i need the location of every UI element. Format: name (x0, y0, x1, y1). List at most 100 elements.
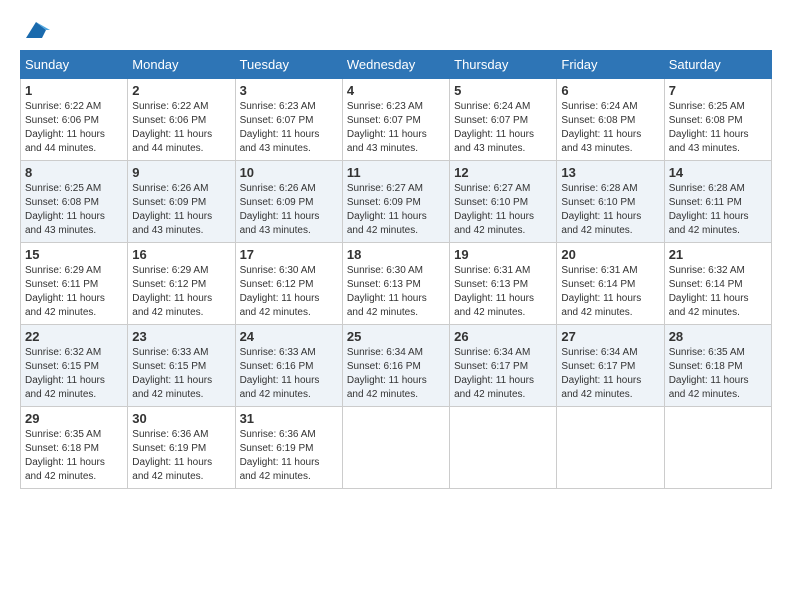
calendar-day-cell: 7 Sunrise: 6:25 AM Sunset: 6:08 PM Dayli… (664, 79, 771, 161)
calendar-day-cell (450, 407, 557, 489)
calendar-day-cell: 13 Sunrise: 6:28 AM Sunset: 6:10 PM Dayl… (557, 161, 664, 243)
day-info: Sunrise: 6:34 AM Sunset: 6:17 PM Dayligh… (454, 346, 552, 402)
day-info: Sunrise: 6:29 AM Sunset: 6:11 PM Dayligh… (25, 264, 123, 320)
day-info: Sunrise: 6:24 AM Sunset: 6:08 PM Dayligh… (561, 100, 659, 156)
day-number: 31 (240, 411, 338, 426)
day-number: 1 (25, 83, 123, 98)
calendar-day-cell: 11 Sunrise: 6:27 AM Sunset: 6:09 PM Dayl… (342, 161, 449, 243)
calendar-day-cell: 14 Sunrise: 6:28 AM Sunset: 6:11 PM Dayl… (664, 161, 771, 243)
calendar-day-cell: 31 Sunrise: 6:36 AM Sunset: 6:19 PM Dayl… (235, 407, 342, 489)
day-number: 21 (669, 247, 767, 262)
day-info: Sunrise: 6:24 AM Sunset: 6:07 PM Dayligh… (454, 100, 552, 156)
day-info: Sunrise: 6:25 AM Sunset: 6:08 PM Dayligh… (669, 100, 767, 156)
calendar-day-cell: 4 Sunrise: 6:23 AM Sunset: 6:07 PM Dayli… (342, 79, 449, 161)
day-info: Sunrise: 6:36 AM Sunset: 6:19 PM Dayligh… (132, 428, 230, 484)
calendar-day-cell: 9 Sunrise: 6:26 AM Sunset: 6:09 PM Dayli… (128, 161, 235, 243)
day-info: Sunrise: 6:23 AM Sunset: 6:07 PM Dayligh… (347, 100, 445, 156)
calendar-day-cell: 2 Sunrise: 6:22 AM Sunset: 6:06 PM Dayli… (128, 79, 235, 161)
day-info: Sunrise: 6:33 AM Sunset: 6:15 PM Dayligh… (132, 346, 230, 402)
day-info: Sunrise: 6:30 AM Sunset: 6:12 PM Dayligh… (240, 264, 338, 320)
day-number: 15 (25, 247, 123, 262)
calendar-week-row: 8 Sunrise: 6:25 AM Sunset: 6:08 PM Dayli… (21, 161, 772, 243)
calendar-day-cell: 17 Sunrise: 6:30 AM Sunset: 6:12 PM Dayl… (235, 243, 342, 325)
day-info: Sunrise: 6:31 AM Sunset: 6:14 PM Dayligh… (561, 264, 659, 320)
day-number: 5 (454, 83, 552, 98)
calendar-table: SundayMondayTuesdayWednesdayThursdayFrid… (20, 50, 772, 489)
day-number: 9 (132, 165, 230, 180)
day-number: 26 (454, 329, 552, 344)
day-number: 10 (240, 165, 338, 180)
calendar-day-cell: 26 Sunrise: 6:34 AM Sunset: 6:17 PM Dayl… (450, 325, 557, 407)
day-number: 24 (240, 329, 338, 344)
day-number: 6 (561, 83, 659, 98)
day-number: 25 (347, 329, 445, 344)
calendar-week-row: 1 Sunrise: 6:22 AM Sunset: 6:06 PM Dayli… (21, 79, 772, 161)
day-of-week-header: Sunday (21, 51, 128, 79)
day-info: Sunrise: 6:27 AM Sunset: 6:09 PM Dayligh… (347, 182, 445, 238)
day-info: Sunrise: 6:34 AM Sunset: 6:17 PM Dayligh… (561, 346, 659, 402)
day-of-week-header: Monday (128, 51, 235, 79)
calendar-day-cell: 15 Sunrise: 6:29 AM Sunset: 6:11 PM Dayl… (21, 243, 128, 325)
day-number: 8 (25, 165, 123, 180)
calendar-day-cell: 23 Sunrise: 6:33 AM Sunset: 6:15 PM Dayl… (128, 325, 235, 407)
calendar-day-cell: 18 Sunrise: 6:30 AM Sunset: 6:13 PM Dayl… (342, 243, 449, 325)
calendar-day-cell: 20 Sunrise: 6:31 AM Sunset: 6:14 PM Dayl… (557, 243, 664, 325)
day-number: 13 (561, 165, 659, 180)
day-number: 17 (240, 247, 338, 262)
day-info: Sunrise: 6:25 AM Sunset: 6:08 PM Dayligh… (25, 182, 123, 238)
calendar-day-cell: 29 Sunrise: 6:35 AM Sunset: 6:18 PM Dayl… (21, 407, 128, 489)
day-of-week-header: Friday (557, 51, 664, 79)
day-of-week-header: Wednesday (342, 51, 449, 79)
day-info: Sunrise: 6:35 AM Sunset: 6:18 PM Dayligh… (669, 346, 767, 402)
day-number: 2 (132, 83, 230, 98)
calendar-day-cell: 6 Sunrise: 6:24 AM Sunset: 6:08 PM Dayli… (557, 79, 664, 161)
calendar-day-cell: 1 Sunrise: 6:22 AM Sunset: 6:06 PM Dayli… (21, 79, 128, 161)
day-number: 7 (669, 83, 767, 98)
day-number: 16 (132, 247, 230, 262)
day-info: Sunrise: 6:35 AM Sunset: 6:18 PM Dayligh… (25, 428, 123, 484)
day-info: Sunrise: 6:22 AM Sunset: 6:06 PM Dayligh… (132, 100, 230, 156)
day-number: 4 (347, 83, 445, 98)
day-of-week-header: Saturday (664, 51, 771, 79)
day-info: Sunrise: 6:36 AM Sunset: 6:19 PM Dayligh… (240, 428, 338, 484)
day-number: 29 (25, 411, 123, 426)
day-info: Sunrise: 6:23 AM Sunset: 6:07 PM Dayligh… (240, 100, 338, 156)
logo (20, 20, 50, 40)
day-info: Sunrise: 6:33 AM Sunset: 6:16 PM Dayligh… (240, 346, 338, 402)
calendar-day-cell: 21 Sunrise: 6:32 AM Sunset: 6:14 PM Dayl… (664, 243, 771, 325)
day-number: 19 (454, 247, 552, 262)
day-info: Sunrise: 6:32 AM Sunset: 6:15 PM Dayligh… (25, 346, 123, 402)
calendar-day-cell: 10 Sunrise: 6:26 AM Sunset: 6:09 PM Dayl… (235, 161, 342, 243)
day-info: Sunrise: 6:32 AM Sunset: 6:14 PM Dayligh… (669, 264, 767, 320)
calendar-day-cell: 27 Sunrise: 6:34 AM Sunset: 6:17 PM Dayl… (557, 325, 664, 407)
calendar-day-cell: 22 Sunrise: 6:32 AM Sunset: 6:15 PM Dayl… (21, 325, 128, 407)
day-info: Sunrise: 6:26 AM Sunset: 6:09 PM Dayligh… (132, 182, 230, 238)
logo-icon (22, 20, 50, 40)
calendar-day-cell: 25 Sunrise: 6:34 AM Sunset: 6:16 PM Dayl… (342, 325, 449, 407)
calendar-day-cell: 16 Sunrise: 6:29 AM Sunset: 6:12 PM Dayl… (128, 243, 235, 325)
page-header (20, 20, 772, 40)
calendar-day-cell: 30 Sunrise: 6:36 AM Sunset: 6:19 PM Dayl… (128, 407, 235, 489)
day-info: Sunrise: 6:30 AM Sunset: 6:13 PM Dayligh… (347, 264, 445, 320)
day-number: 18 (347, 247, 445, 262)
day-number: 14 (669, 165, 767, 180)
day-number: 23 (132, 329, 230, 344)
calendar-day-cell: 28 Sunrise: 6:35 AM Sunset: 6:18 PM Dayl… (664, 325, 771, 407)
calendar-day-cell (557, 407, 664, 489)
day-info: Sunrise: 6:28 AM Sunset: 6:11 PM Dayligh… (669, 182, 767, 238)
day-number: 20 (561, 247, 659, 262)
calendar-day-cell: 5 Sunrise: 6:24 AM Sunset: 6:07 PM Dayli… (450, 79, 557, 161)
calendar-day-cell (342, 407, 449, 489)
day-of-week-header: Tuesday (235, 51, 342, 79)
day-number: 3 (240, 83, 338, 98)
calendar-week-row: 22 Sunrise: 6:32 AM Sunset: 6:15 PM Dayl… (21, 325, 772, 407)
day-info: Sunrise: 6:34 AM Sunset: 6:16 PM Dayligh… (347, 346, 445, 402)
calendar-day-cell: 12 Sunrise: 6:27 AM Sunset: 6:10 PM Dayl… (450, 161, 557, 243)
day-number: 22 (25, 329, 123, 344)
day-number: 30 (132, 411, 230, 426)
day-number: 28 (669, 329, 767, 344)
day-number: 27 (561, 329, 659, 344)
calendar-day-cell: 3 Sunrise: 6:23 AM Sunset: 6:07 PM Dayli… (235, 79, 342, 161)
calendar-day-cell: 8 Sunrise: 6:25 AM Sunset: 6:08 PM Dayli… (21, 161, 128, 243)
day-info: Sunrise: 6:22 AM Sunset: 6:06 PM Dayligh… (25, 100, 123, 156)
